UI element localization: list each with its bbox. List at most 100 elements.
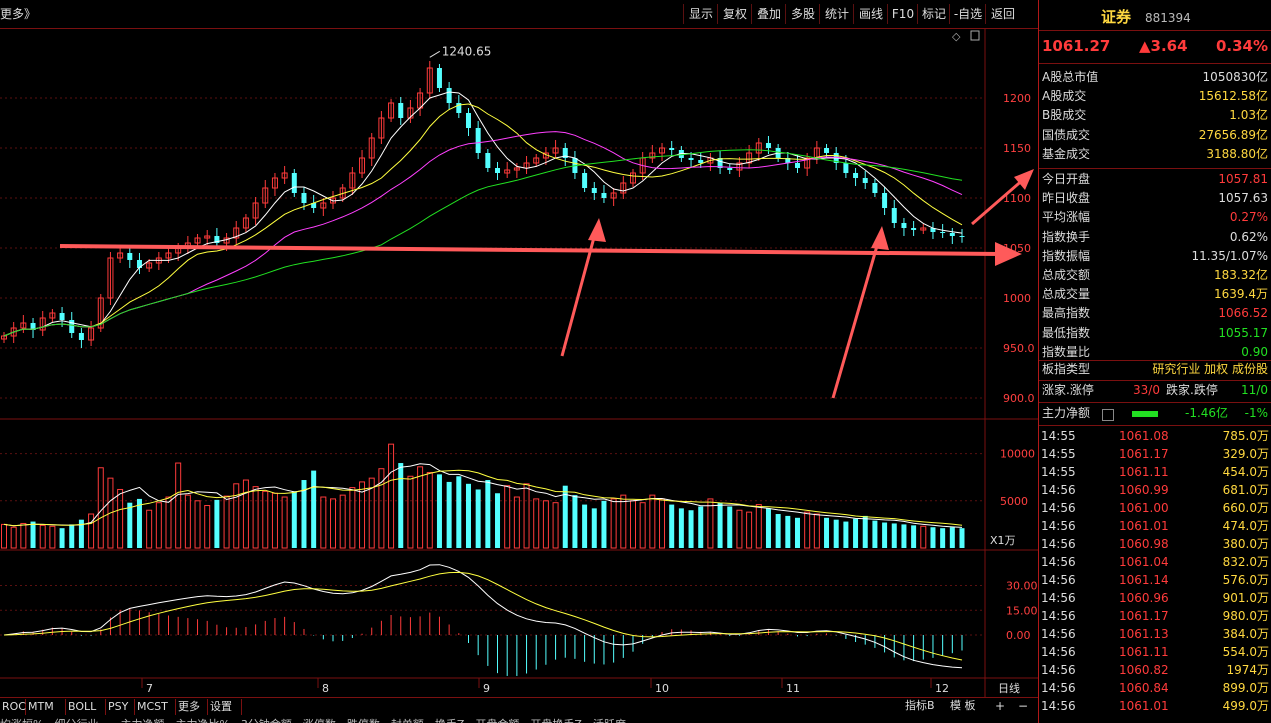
volume-bar xyxy=(311,470,317,548)
toolbar-button[interactable]: 叠加 xyxy=(751,4,786,24)
stat-row: 最高指数 1066.52 xyxy=(1039,304,1271,323)
kline-chart[interactable]: 12001150110010501000950.0900.0100005000X… xyxy=(0,28,1038,698)
tick-price: 1061.14 xyxy=(1119,573,1169,587)
quote-panel: 证券 881394 1061.27 ▲3.64 0.34% A股总市值 10508… xyxy=(1038,0,1271,723)
stat-value: 15612.58亿 xyxy=(1198,89,1268,104)
volume-bar xyxy=(843,521,849,548)
month-label: 11 xyxy=(786,682,800,695)
indicator-tab[interactable]: MCST xyxy=(135,699,176,715)
zoom-in-button[interactable]: + xyxy=(995,698,1005,714)
toolbar-button[interactable]: 显示 xyxy=(683,4,718,24)
toolbar-button[interactable]: 多股 xyxy=(785,4,820,24)
candle-body xyxy=(901,223,907,228)
volume-bar xyxy=(1,523,7,549)
tick-price: 1061.01 xyxy=(1119,699,1169,713)
indicator-tab[interactable]: 设置 xyxy=(208,699,242,715)
volume-bar xyxy=(882,522,888,548)
stat-row: A股成交 15612.58亿 xyxy=(1039,87,1271,106)
tick-volume: 1974万 xyxy=(1226,663,1269,677)
volume-bar xyxy=(620,494,627,549)
dropdown-icon[interactable] xyxy=(1102,409,1114,421)
template-button[interactable]: 模 板 xyxy=(950,698,976,714)
candle-body xyxy=(940,232,946,233)
stat-row: 总成交额 183.32亿 xyxy=(1039,266,1271,285)
stat-row: 昨日收盘 1057.63 xyxy=(1039,189,1271,208)
index-code: 881394 xyxy=(1145,11,1191,25)
stat-label: 昨日收盘 xyxy=(1042,191,1091,206)
stat-value: 183.32亿 xyxy=(1214,268,1268,282)
ma20-line xyxy=(3,131,963,337)
stat-label: 最低指数 xyxy=(1042,325,1091,340)
volume-bar xyxy=(59,528,65,548)
volume-bar xyxy=(407,475,414,549)
indicator-tab[interactable]: MTM xyxy=(26,699,66,715)
toolbar-button[interactable]: F10 xyxy=(887,4,918,24)
indicator-tab[interactable]: BOLL xyxy=(66,699,106,715)
volume-bar xyxy=(88,513,95,549)
volume-bar xyxy=(591,508,597,548)
main-flow-pct: -1% xyxy=(1244,406,1268,420)
chart-area[interactable]: 1200 1150 1100 1050 1000 950.0 900.0 10000 5000 X… xyxy=(0,28,1038,698)
volume-bar xyxy=(388,443,395,549)
tick-price: 1061.04 xyxy=(1119,555,1169,569)
candle-body xyxy=(136,260,142,268)
stat-label: B股成交 xyxy=(1042,108,1087,123)
volume-bar xyxy=(436,474,442,548)
stat-row: 指数振幅 11.35/1.07% xyxy=(1039,247,1271,266)
toolbar-button[interactable]: 统计 xyxy=(819,4,854,24)
indicator-tabs: ROC MTM BOLL PSY MCST 更多 设置 xyxy=(0,697,1038,716)
tick-price: 1060.99 xyxy=(1119,483,1169,497)
volume-bar xyxy=(339,494,346,549)
tick-price: 1061.13 xyxy=(1119,627,1169,641)
tick-volume: 660.0万 xyxy=(1222,501,1269,515)
tick-row: 14:56 1060.82 1974万 xyxy=(1039,661,1271,679)
tick-price: 1061.17 xyxy=(1119,447,1169,461)
board-type-value[interactable]: 研究行业 加权 成份股 xyxy=(1152,360,1268,379)
toolbar-button[interactable]: 复权 xyxy=(717,4,752,24)
tick-time: 14:56 xyxy=(1041,483,1076,497)
stat-value: 11.35/1.07% xyxy=(1191,248,1268,263)
indicator-tab[interactable]: PSY xyxy=(106,699,135,715)
tick-volume: 785.0万 xyxy=(1222,429,1269,443)
arrow-head xyxy=(871,226,889,250)
toolbar-button[interactable]: 画线 xyxy=(853,4,888,24)
price-axis-label: 950.0 xyxy=(1003,342,1035,355)
tick-volume: 554.0万 xyxy=(1222,645,1269,659)
stat-label: 国债成交 xyxy=(1042,127,1091,142)
tick-row: 14:55 1061.11 454.0万 xyxy=(1039,463,1271,481)
volume-bar xyxy=(629,500,636,549)
index-name: 证券 xyxy=(1101,8,1132,26)
toolbar-button[interactable]: -自选 xyxy=(949,4,986,24)
stat-row: A股总市值 1050830亿 xyxy=(1039,68,1271,87)
tick-price: 1061.17 xyxy=(1119,609,1169,623)
period-label: 日线 xyxy=(998,681,1020,695)
zoom-out-button[interactable]: − xyxy=(1018,698,1028,714)
volume-bar xyxy=(97,467,104,549)
candle-body xyxy=(291,173,297,193)
volume-axis-label: 5000 xyxy=(1000,495,1028,508)
stat-value: 1050830亿 xyxy=(1202,70,1268,84)
toolbar-button[interactable]: 返回 xyxy=(985,4,1020,24)
tick-time: 14:56 xyxy=(1041,555,1076,569)
main-flow-value: -1.46亿 xyxy=(1185,406,1229,420)
tick-price: 1060.96 xyxy=(1119,591,1169,605)
tick-volume: 329.0万 xyxy=(1222,447,1269,461)
tick-time: 14:56 xyxy=(1041,699,1076,713)
indicator-b-button[interactable]: 指标B xyxy=(905,698,935,714)
volume-bar xyxy=(746,511,753,549)
volume-bar xyxy=(813,513,820,549)
more-link[interactable]: 更多》 xyxy=(0,5,36,22)
indicator-tab[interactable]: ROC xyxy=(0,699,26,715)
max-price-label: 1240.65 xyxy=(442,44,492,58)
tick-time: 14:56 xyxy=(1041,573,1076,587)
toolbar-button[interactable]: 标记 xyxy=(917,4,950,24)
volume-bar xyxy=(194,500,201,549)
tick-price: 1061.00 xyxy=(1119,501,1169,515)
volume-bar xyxy=(136,498,142,548)
tick-volume: 499.0万 xyxy=(1222,699,1269,713)
volume-bar xyxy=(262,490,269,549)
volume-bar xyxy=(698,506,704,548)
tick-volume: 384.0万 xyxy=(1222,627,1269,641)
indicator-tab[interactable]: 更多 xyxy=(176,699,208,715)
volume-bar xyxy=(204,505,211,549)
